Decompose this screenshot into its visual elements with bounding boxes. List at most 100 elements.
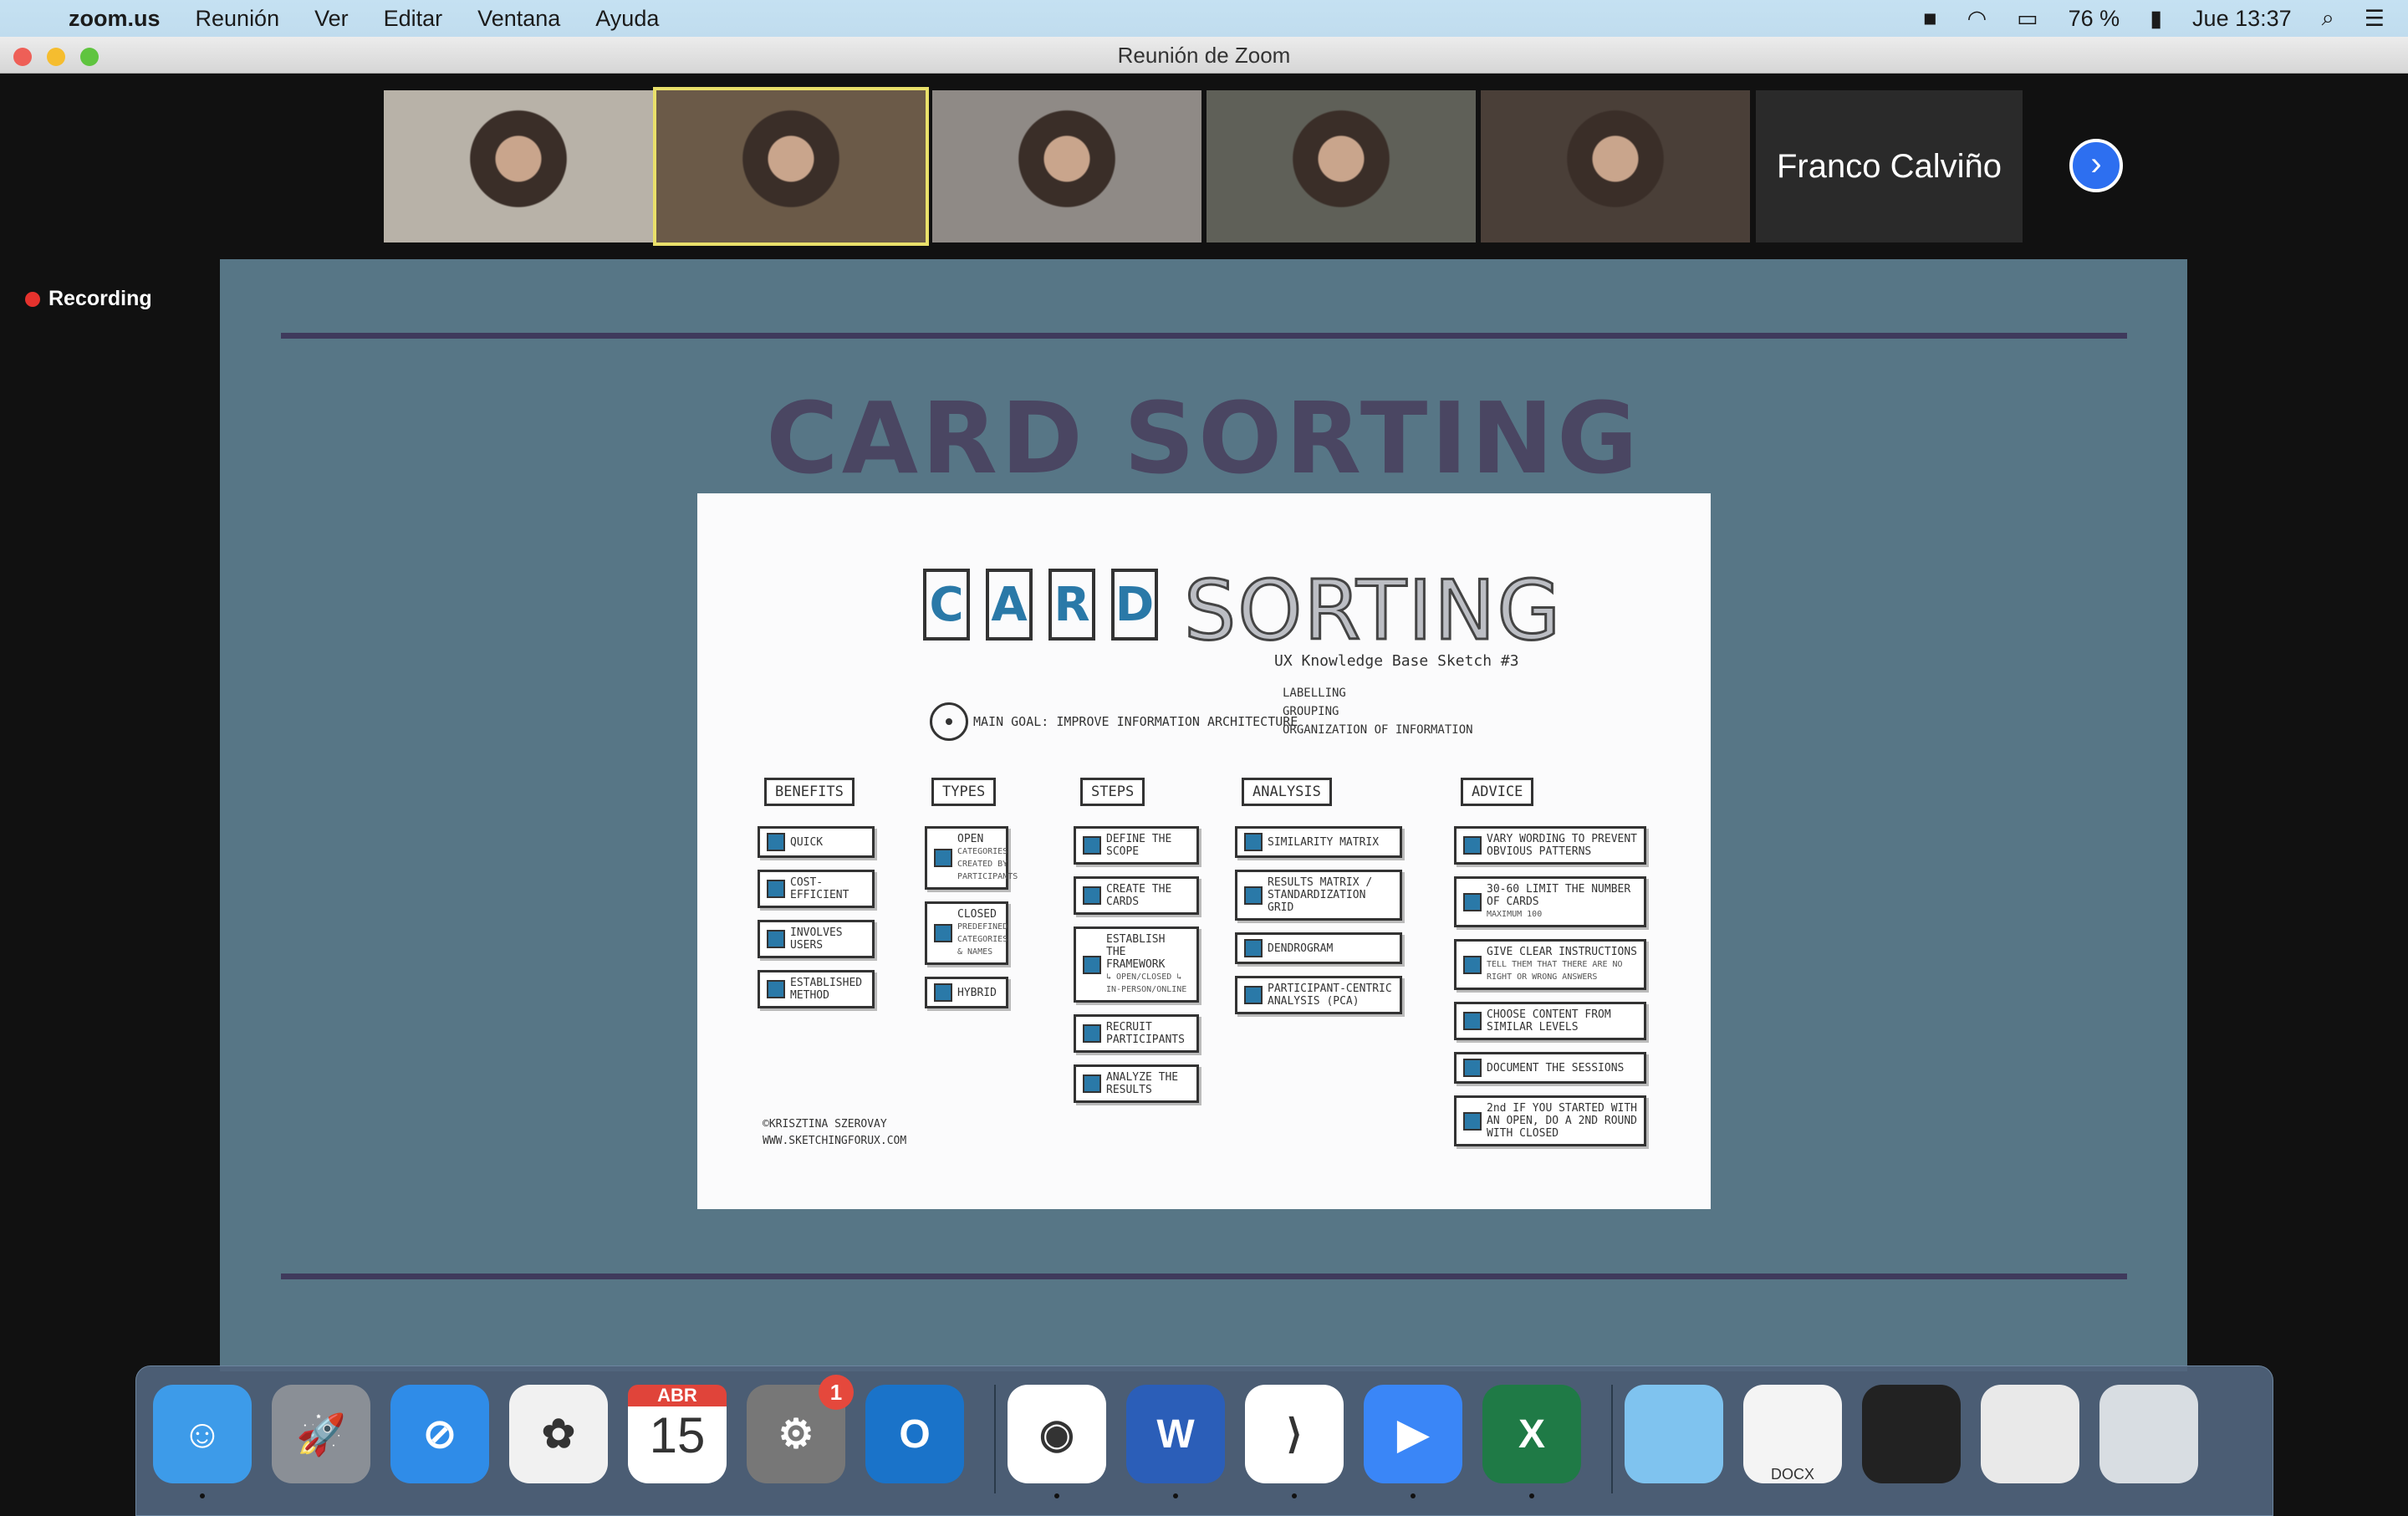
- dock-icon-glyph: ▶: [1397, 1412, 1429, 1457]
- recording-dot-icon: [25, 291, 40, 307]
- sketch-card: RECRUIT PARTICIPANTS: [1074, 1014, 1199, 1053]
- participant-video-tile[interactable]: [932, 90, 1201, 242]
- dock-finder-icon[interactable]: ☺: [153, 1385, 252, 1483]
- card-text: DOCUMENT THE SESSIONS: [1487, 1061, 1625, 1074]
- menu-reunion[interactable]: Reunión: [196, 6, 280, 32]
- zoom-status-icon[interactable]: ■: [1923, 6, 1936, 32]
- dock-word-icon[interactable]: W: [1126, 1385, 1225, 1483]
- sketch-card: HYBRID: [925, 977, 1008, 1008]
- card-icon: [1244, 833, 1263, 851]
- menu-ventana[interactable]: Ventana: [477, 6, 560, 32]
- sketch-card: ESTABLISH THE FRAMEWORK ↳ OPEN/CLOSED ↳ I…: [1074, 926, 1199, 1003]
- participant-video-tile[interactable]: [653, 87, 929, 246]
- participant-video-tile[interactable]: [1481, 90, 1750, 242]
- menu-editar[interactable]: Editar: [384, 6, 443, 32]
- dock-chrome-window-icon[interactable]: [1981, 1385, 2079, 1483]
- dock-icon-glyph: ⊘: [422, 1412, 457, 1457]
- running-indicator: [1292, 1493, 1297, 1498]
- column-header: ADVICE: [1461, 778, 1534, 806]
- dock-docx-document-icon[interactable]: DOCX: [1743, 1385, 1842, 1483]
- sketch-card: DOCUMENT THE SESSIONS: [1454, 1052, 1646, 1084]
- column-header: ANALYSIS: [1242, 778, 1332, 806]
- title-letter-card: D: [1111, 569, 1158, 641]
- sketch-credit: ©KRISZTINA SZEROVAY WWW.SKETCHINGFORUX.C…: [763, 1116, 906, 1150]
- participant-name-tile[interactable]: Franco Calviño: [1756, 90, 2023, 242]
- airplay-icon[interactable]: ▭: [2017, 6, 2038, 32]
- card-text: RESULTS MATRIX / STANDARDIZATION GRID: [1268, 876, 1373, 914]
- wifi-icon[interactable]: ◠: [1967, 6, 1987, 32]
- card-icon: [1083, 1074, 1101, 1093]
- sketch-card: DENDROGRAM: [1235, 932, 1402, 964]
- goal-branch: GROUPING: [1283, 705, 1339, 718]
- dock-excel-icon[interactable]: X: [1482, 1385, 1581, 1483]
- card-subtext: MAXIMUM 100: [1487, 910, 1543, 919]
- dock-launchpad-icon[interactable]: 🚀: [272, 1385, 370, 1483]
- card-text: 2nd IF YOU STARTED WITH AN OPEN, DO A 2N…: [1487, 1102, 1638, 1140]
- card-text: RECRUIT PARTICIPANTS: [1106, 1021, 1185, 1046]
- notification-center-icon[interactable]: ☰: [2365, 6, 2385, 32]
- sketch-title: SORTING: [1182, 563, 1563, 661]
- running-indicator: [1411, 1493, 1416, 1498]
- card-text: ESTABLISHED METHOD: [790, 977, 863, 1002]
- title-letter-card: A: [986, 569, 1033, 641]
- recording-indicator: Recording: [25, 287, 152, 311]
- dock-outlook-icon[interactable]: O: [865, 1385, 964, 1483]
- dock-downloads-folder-icon[interactable]: [1625, 1385, 1723, 1483]
- dock-photos-icon[interactable]: ✿: [509, 1385, 608, 1483]
- running-indicator: [1529, 1493, 1534, 1498]
- sketch-card: 2nd IF YOU STARTED WITH AN OPEN, DO A 2N…: [1454, 1095, 1646, 1146]
- next-participants-button[interactable]: ›: [2069, 139, 2123, 192]
- dock-icon-glyph: DOCX: [1770, 1466, 1814, 1483]
- participant-video-tile[interactable]: [384, 90, 653, 242]
- sketch-card: ESTABLISHED METHOD: [758, 970, 875, 1008]
- dock-icon-glyph: ⟩: [1286, 1412, 1303, 1457]
- shared-screen: CARD SORTING C A R D SORTING UX Knowledg…: [220, 259, 2187, 1371]
- sketch-column: BENEFITS QUICK COST-EFFICIENT INVOLVES USER…: [758, 778, 875, 1008]
- dock-chrome-icon[interactable]: ◉: [1008, 1385, 1106, 1483]
- sketch-card: RESULTS MATRIX / STANDARDIZATION GRID: [1235, 870, 1402, 921]
- title-letter-card: C: [923, 569, 970, 641]
- sketch-column: ADVICE VARY WORDING TO PREVENT OBVIOUS PA…: [1454, 778, 1646, 1146]
- dock-icon-glyph: 15: [649, 1407, 706, 1463]
- slide-divider-bottom: [281, 1274, 2127, 1279]
- dock-zoom-icon[interactable]: ▶: [1364, 1385, 1462, 1483]
- dock-safari-icon[interactable]: ⊘: [390, 1385, 489, 1483]
- dock-trash-icon[interactable]: [2099, 1385, 2198, 1483]
- card-text: INVOLVES USERS: [790, 926, 843, 952]
- card-icon: [767, 980, 785, 998]
- participant-video-tile[interactable]: [1207, 90, 1476, 242]
- spotlight-search-icon[interactable]: ⌕: [2322, 5, 2334, 32]
- dock-system-preferences-icon[interactable]: ⚙ 1: [747, 1375, 854, 1483]
- menu-ver[interactable]: Ver: [314, 6, 349, 32]
- card-icon: [1244, 939, 1263, 957]
- column-header: STEPS: [1080, 778, 1145, 806]
- sketch-card: CHOOSE CONTENT FROM SIMILAR LEVELS: [1454, 1002, 1646, 1040]
- dock-separator: [994, 1385, 996, 1493]
- card-icon: [934, 983, 952, 1002]
- sketch-card: CLOSED PREDEFINED CATEGORIES & NAMES: [925, 901, 1008, 965]
- close-window-button[interactable]: [13, 48, 32, 66]
- card-text: COST-EFFICIENT: [790, 876, 849, 901]
- clock[interactable]: Jue 13:37: [2192, 6, 2292, 32]
- calendar-month: ABR: [628, 1385, 727, 1406]
- dock-vscode-icon[interactable]: ⟩: [1245, 1385, 1344, 1483]
- card-text: HYBRID: [957, 986, 997, 999]
- card-icon: [934, 924, 952, 942]
- battery-icon[interactable]: ▮: [2150, 6, 2162, 32]
- dock-calendar-icon[interactable]: ABR 15: [628, 1385, 727, 1483]
- running-indicator: [1173, 1493, 1178, 1498]
- sketch-card: OPEN CATEGORIES CREATED BY PARTICIPANTS: [925, 826, 1018, 890]
- target-icon: [930, 702, 968, 741]
- minimize-window-button[interactable]: [47, 48, 65, 66]
- card-text: CLOSED: [957, 908, 997, 921]
- card-icon: [1463, 1059, 1482, 1077]
- card-icon: [1083, 886, 1101, 905]
- battery-percent[interactable]: 76 %: [2069, 6, 2120, 32]
- menu-app[interactable]: zoom.us: [69, 6, 161, 32]
- maximize-window-button[interactable]: [80, 48, 99, 66]
- sketch-card: COST-EFFICIENT: [758, 870, 875, 908]
- goal-branch: LABELLING: [1283, 687, 1346, 700]
- main-goal-text: MAIN GOAL: IMPROVE INFORMATION ARCHITECT…: [973, 714, 1298, 729]
- menu-ayuda[interactable]: Ayuda: [595, 6, 659, 32]
- dock-vscode-window-icon[interactable]: [1862, 1385, 1961, 1483]
